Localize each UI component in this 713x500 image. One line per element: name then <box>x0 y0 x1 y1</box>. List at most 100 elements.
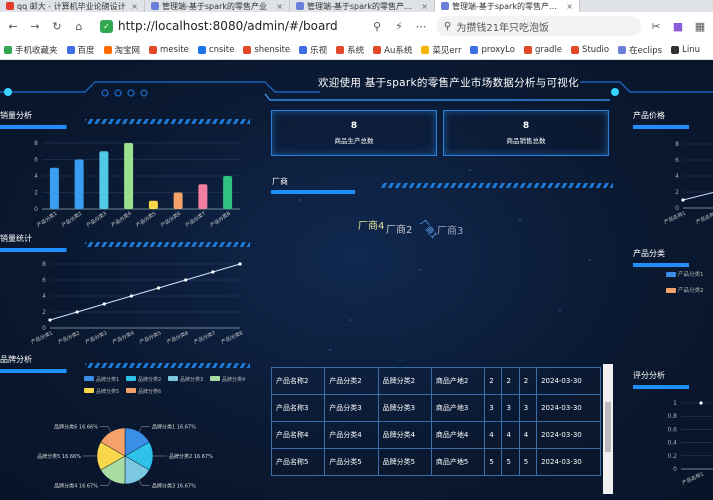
table-cell: 4 <box>501 421 520 449</box>
bookmark-item[interactable]: Linu <box>671 45 700 55</box>
table-cell: 品牌分类3 <box>377 394 432 422</box>
panel-underline <box>633 263 713 267</box>
panel-underline <box>271 190 391 194</box>
data-point <box>129 294 134 298</box>
price-line-chart: 02468产品名称1 产品名称2 <box>663 141 713 226</box>
x-tick-label: 产品分类5 <box>135 210 158 229</box>
bookmark-item[interactable]: proxyLo <box>470 45 515 55</box>
bookmark-item[interactable]: 百度 <box>66 44 95 56</box>
lightning-icon[interactable]: ⚡ <box>392 20 406 33</box>
scissors-icon[interactable]: ✂ <box>649 20 663 33</box>
x-tick-label: 产品分类6 <box>159 210 182 229</box>
table-scrollbar[interactable] <box>603 364 613 494</box>
search-box[interactable]: ⚲ 为攒钱21年只吃泡饭 <box>436 16 641 36</box>
zoom-icon[interactable]: ⚲ <box>370 20 384 33</box>
x-tick-label: 产品分类4 <box>110 210 133 229</box>
legend-swatch <box>210 376 220 381</box>
table-cell: 5 <box>518 448 538 476</box>
bookmark-icon <box>299 45 308 54</box>
more-icon[interactable]: ⋯ <box>414 20 428 33</box>
browser-tab[interactable]: 管理端-基于spark的零售产业 × <box>145 0 290 12</box>
y-tick-label: 8 <box>34 140 38 147</box>
table-cell: 3 <box>484 394 503 422</box>
y-tick-label: 0 <box>34 206 38 213</box>
tab-close-icon[interactable]: × <box>276 2 283 11</box>
extension-icon[interactable]: ■ <box>671 20 685 33</box>
bookmark-icon <box>571 45 580 54</box>
data-point <box>75 310 79 314</box>
bookmark-item[interactable]: shensite <box>243 45 290 55</box>
bookmark-item[interactable]: 在eclips <box>618 44 662 56</box>
bookmark-item[interactable]: Au系统 <box>373 44 412 56</box>
reload-icon[interactable]: ↻ <box>50 20 64 33</box>
bookmark-item[interactable]: gradle <box>523 45 562 55</box>
y-tick-label: 2 <box>42 309 46 316</box>
tab-label: qq 邮大 - 计算机毕业论磅设计 <box>17 1 126 11</box>
y-tick-label: 4 <box>675 173 679 180</box>
table-cell: 产品名称5 <box>270 448 326 476</box>
slice-label: 品牌分类4 16.67% <box>54 482 98 489</box>
x-tick-label: 产品分类7 <box>193 329 217 345</box>
table-cell: 2 <box>484 367 503 395</box>
data-point <box>699 401 703 405</box>
tab-close-icon[interactable]: × <box>131 2 138 11</box>
bookmark-label: mesite <box>160 44 189 55</box>
bookmark-icon <box>470 45 479 54</box>
browser-tab[interactable]: 管理端-基于spark的零售产业市场数据× <box>435 0 580 12</box>
bookmark-item[interactable]: Studio <box>571 45 609 55</box>
tab-favicon-icon <box>296 2 304 10</box>
bookmark-item[interactable]: 乐视 <box>299 44 327 56</box>
legend-label: 品牌分类1 <box>96 376 119 383</box>
bar <box>223 176 233 209</box>
bookmark-item[interactable]: mesite <box>149 45 189 55</box>
panel-underline <box>633 385 713 389</box>
home-icon[interactable]: ⌂ <box>72 20 86 33</box>
panel-hatch <box>85 363 250 368</box>
y-tick-label: 0.2 <box>667 453 677 460</box>
tab-close-icon[interactable]: × <box>566 2 573 11</box>
table-cell: 4 <box>518 421 538 449</box>
browser-tab[interactable]: qq 邮大 - 计算机毕业论磅设计 × <box>0 0 145 12</box>
stat-value: 8 <box>522 121 530 131</box>
x-tick-label: 产品分类3 <box>84 329 108 345</box>
y-tick-label: 2 <box>675 189 679 196</box>
tab-close-icon[interactable]: × <box>421 2 428 11</box>
bookmark-label: proxyLo <box>481 44 515 55</box>
back-icon[interactable]: ← <box>6 20 20 33</box>
sales-bar-chart: 0 2 4 6 8 产品分类1 产品分类2 产品分类3 产品分类4 产品分类5 产品分类6 产品分类7… <box>34 140 240 229</box>
panel-title-price: 产品价格 <box>633 111 665 120</box>
tab-favicon-icon <box>441 2 449 10</box>
bar <box>99 151 109 209</box>
scrollbar-thumb[interactable] <box>605 402 611 452</box>
data-table: 产品名称2 产品分类2 品牌分类2 商品产地2 2 2 2 2024-03-30 产品名称3 产品… <box>270 367 601 476</box>
y-tick-label: 4 <box>42 293 46 300</box>
panel-hatch <box>380 183 613 188</box>
forward-icon[interactable]: → <box>28 20 42 33</box>
table-cell: 3 <box>518 394 538 422</box>
bookmark-item[interactable]: 淘宝网 <box>103 44 140 56</box>
grid-icon[interactable]: ▦ <box>693 20 707 33</box>
bookmark-icon <box>66 45 75 54</box>
bookmark-icon <box>149 45 158 54</box>
bookmark-item[interactable]: 系统 <box>336 44 364 56</box>
bookmark-icon <box>336 45 345 54</box>
y-tick-label: 6 <box>34 157 38 164</box>
bookmark-icon <box>523 45 532 54</box>
x-tick-label: 产品分类1 <box>36 210 59 229</box>
series-line <box>682 191 713 201</box>
bookmark-item[interactable]: cnsite <box>197 45 234 55</box>
table-cell: 产品分类4 <box>324 421 379 449</box>
browser-tab[interactable]: 管理端-基于spark的零售产业市场数× <box>290 0 435 12</box>
stat-label: 商品生产总数 <box>334 137 374 145</box>
panel-underline <box>633 125 713 129</box>
y-tick-label: 8 <box>675 141 679 148</box>
y-tick-label: 0 <box>673 466 677 473</box>
bookmark-icon <box>618 45 627 54</box>
slice-leader <box>138 426 151 432</box>
brand-pie-chart: 品牌分类1 品牌分类2 品牌分类3 品牌分类4 品牌分类5 品牌分类6 品牌分类1 16.6… <box>37 376 245 489</box>
table-cell: 4 <box>484 421 503 449</box>
x-tick-label: 产品分类6 <box>166 329 190 345</box>
bookmark-item[interactable]: 手机收藏夹 <box>4 44 58 56</box>
address-bar[interactable]: ✓ http://localhost:8080/admin/#/board <box>94 16 362 36</box>
bookmark-item[interactable]: 菜见err <box>421 44 461 56</box>
